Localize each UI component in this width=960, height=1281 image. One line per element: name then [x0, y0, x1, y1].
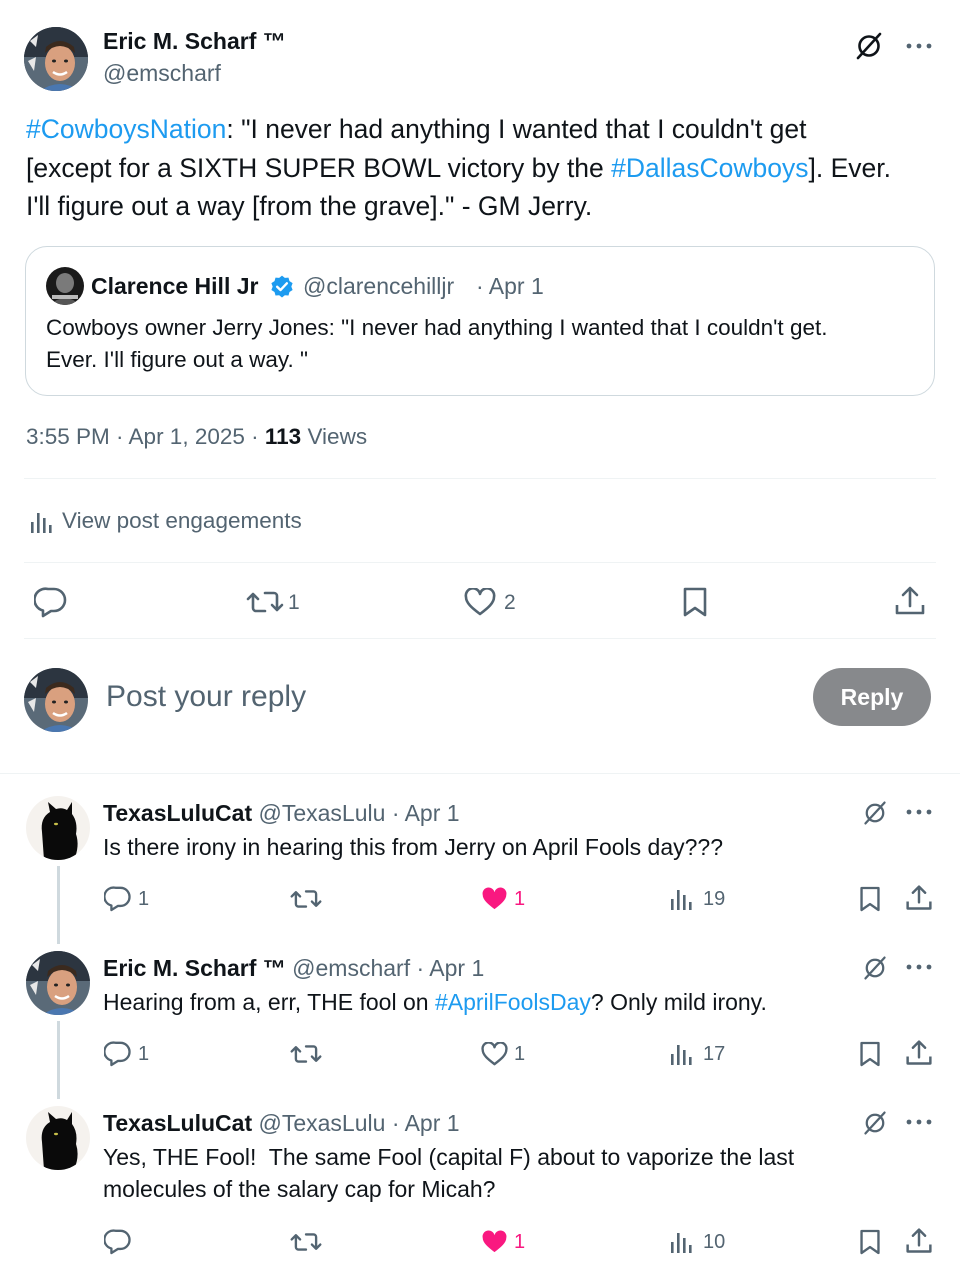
post-text: #CowboysNation: "I never had anything I … [26, 110, 936, 226]
reply-author-handle[interactable]: @TexasLulu [259, 800, 386, 826]
more-options-icon[interactable] [906, 42, 932, 50]
bookmark-icon[interactable] [859, 1040, 881, 1068]
grok-icon[interactable] [862, 955, 888, 981]
reply-text: Hearing from a, err, THE fool on #AprilF… [103, 989, 767, 1015]
repost-icon[interactable] [290, 1042, 322, 1066]
reply-date[interactable]: · Apr 1 [417, 955, 485, 981]
views-count: 113 [264, 424, 302, 449]
reply-count: 1 [138, 888, 150, 910]
repost-icon[interactable] [290, 1230, 322, 1254]
like-count: 1 [514, 888, 526, 910]
hashtag-dallascowboys[interactable]: #DallasCowboys [611, 153, 808, 183]
hashtag-aprilfoolsday[interactable]: #AprilFoolsDay [435, 989, 591, 1015]
liked-heart-icon[interactable] [481, 887, 508, 911]
grok-icon[interactable] [854, 31, 884, 61]
author-avatar[interactable] [24, 27, 88, 91]
reply-icon[interactable] [104, 885, 132, 912]
reply-author-handle[interactable]: @emscharf [292, 955, 410, 981]
reply-author-avatar[interactable] [26, 796, 90, 860]
reply-text: Is there irony in hearing this from Jerr… [103, 834, 724, 860]
reply-date[interactable]: · Apr 1 [392, 800, 460, 826]
reply-author-handle[interactable]: @TexasLulu [259, 1110, 386, 1136]
reply-icon[interactable] [104, 1040, 132, 1067]
verified-badge-icon [269, 274, 295, 300]
analytics-icon [30, 510, 52, 534]
reply-author-name[interactable]: TexasLuluCat [103, 800, 252, 826]
views-icon[interactable] [670, 1042, 692, 1066]
composer-avatar [24, 668, 88, 732]
reply-author-name[interactable]: TexasLuluCat [103, 1110, 252, 1136]
reply-text-line-1: Yes, THE Fool! The same Fool (capital F)… [103, 1144, 795, 1170]
quoted-date: · Apr 1 [476, 273, 544, 299]
reply-button[interactable]: Reply [813, 668, 931, 726]
post-timestamp: 3:55 PM · Apr 1, 2025 · 113 Views [26, 424, 368, 449]
share-icon[interactable] [894, 585, 926, 617]
quoted-post[interactable]: Clarence Hill Jr @clarencehilljr · Apr 1… [25, 246, 935, 396]
views-label: Views [301, 424, 368, 449]
more-options-icon[interactable] [906, 808, 932, 816]
reply-icon[interactable] [104, 1228, 132, 1255]
hashtag-cowboysnation[interactable]: #CowboysNation [26, 114, 226, 144]
more-options-icon[interactable] [906, 963, 932, 971]
bookmark-icon[interactable] [859, 1228, 881, 1256]
divider [24, 562, 936, 563]
reply-icon[interactable] [34, 586, 68, 618]
views-icon[interactable] [670, 887, 692, 911]
repost-icon[interactable] [290, 887, 322, 911]
quoted-text-line-2: Ever. I'll figure out a way. " [46, 347, 308, 372]
more-options-icon[interactable] [906, 1118, 932, 1126]
share-icon[interactable] [905, 884, 933, 912]
reply-header: Eric M. Scharf ™ @emscharf · Apr 1 [103, 955, 484, 982]
reply-header: TexasLuluCat @TexasLulu · Apr 1 [103, 800, 460, 827]
reply-text-line-2: molecules of the salary cap for Micah? [103, 1176, 496, 1202]
view-engagements-label: View post engagements [62, 508, 302, 533]
share-icon[interactable] [905, 1039, 933, 1067]
divider [24, 478, 936, 479]
section-divider [0, 773, 960, 774]
like-count: 1 [514, 1043, 526, 1065]
like-icon[interactable] [464, 588, 496, 616]
author-name[interactable]: Eric M. Scharf ™ [103, 28, 286, 55]
reply-author-avatar[interactable] [26, 1106, 90, 1170]
reply-author-name[interactable]: Eric M. Scharf ™ [103, 955, 286, 981]
grok-icon[interactable] [862, 800, 888, 826]
bookmark-icon[interactable] [859, 885, 881, 913]
post-text-line-3: I'll figure out a way [from the grave]."… [26, 191, 593, 221]
author-handle[interactable]: @emscharf [103, 60, 221, 87]
like-count: 1 [514, 1231, 526, 1253]
reply-author-avatar[interactable] [26, 951, 90, 1015]
grok-icon[interactable] [862, 1110, 888, 1136]
like-icon[interactable] [481, 1042, 508, 1066]
repost-count: 1 [288, 591, 300, 614]
post-text-line-1: #CowboysNation: "I never had anything I … [26, 114, 807, 144]
post-text-line-2: [except for a SIXTH SUPER BOWL victory b… [26, 152, 892, 183]
reply-count: 1 [138, 1043, 150, 1065]
reply-date[interactable]: · Apr 1 [392, 1110, 460, 1136]
views-count: 19 [703, 888, 726, 910]
divider [24, 638, 936, 639]
quoted-text-line-1: Cowboys owner Jerry Jones: "I never had … [46, 315, 828, 340]
quoted-author-avatar [46, 267, 84, 305]
reply-input[interactable]: Post your reply [106, 680, 786, 714]
like-count: 2 [504, 591, 516, 614]
repost-icon[interactable] [246, 588, 284, 616]
bookmark-icon[interactable] [682, 586, 708, 618]
liked-heart-icon[interactable] [481, 1230, 508, 1254]
thread-line [57, 866, 60, 944]
views-count: 10 [703, 1231, 726, 1253]
quoted-author-name: Clarence Hill Jr [91, 273, 259, 299]
share-icon[interactable] [905, 1227, 933, 1255]
quoted-author-handle: @clarencehilljr [303, 273, 455, 299]
thread-line [57, 1021, 60, 1099]
views-count: 17 [703, 1043, 726, 1065]
reply-header: TexasLuluCat @TexasLulu · Apr 1 [103, 1110, 460, 1137]
views-icon[interactable] [670, 1230, 692, 1254]
